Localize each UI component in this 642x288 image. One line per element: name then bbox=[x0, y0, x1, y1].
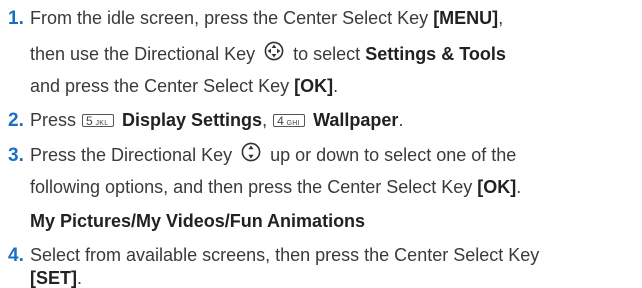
step-4-line-1: 4. Select from available screens, then pr… bbox=[8, 245, 540, 266]
ok-key-label: [OK] bbox=[477, 177, 517, 197]
step-number: 2. bbox=[8, 110, 24, 131]
options-list-label: My Pictures/My Videos/Fun Animations bbox=[30, 211, 366, 231]
key-5-jkl-icon: 5 JKL bbox=[82, 113, 115, 127]
step-4-line-2: [SET]. bbox=[30, 268, 83, 288]
up-down-directional-key-icon bbox=[241, 142, 261, 166]
step-number: 3. bbox=[8, 144, 24, 166]
wallpaper-label: Wallpaper bbox=[308, 110, 399, 130]
step-3-line-2: following options, and then press the Ce… bbox=[30, 177, 522, 197]
step-3-line-3: My Pictures/My Videos/Fun Animations bbox=[30, 211, 365, 231]
four-way-directional-key-icon bbox=[264, 41, 284, 65]
key-4-ghi-icon: 4 GHI bbox=[273, 113, 306, 127]
step-1-line-1: 1. From the idle screen, press the Center… bbox=[8, 8, 504, 29]
step-3-line-1: 3. Press the Directional Key up or down t… bbox=[8, 142, 516, 168]
menu-key-label: [MENU] bbox=[433, 8, 499, 28]
step-number: 4. bbox=[8, 245, 24, 266]
set-key-label: [SET] bbox=[30, 268, 77, 288]
ok-key-label: [OK] bbox=[294, 76, 334, 96]
display-settings-label: Display Settings bbox=[117, 110, 263, 130]
step-1-line-2: then use the Directional Key to select S… bbox=[30, 41, 506, 67]
settings-tools-label: Settings & Tools bbox=[365, 43, 506, 64]
step-2-line-1: 2. Press 5 JKL Display Settings, 4 GHI Wa… bbox=[8, 110, 404, 131]
step-number: 1. bbox=[8, 8, 24, 29]
step-1-line-3: and press the Center Select Key [OK]. bbox=[30, 76, 339, 96]
